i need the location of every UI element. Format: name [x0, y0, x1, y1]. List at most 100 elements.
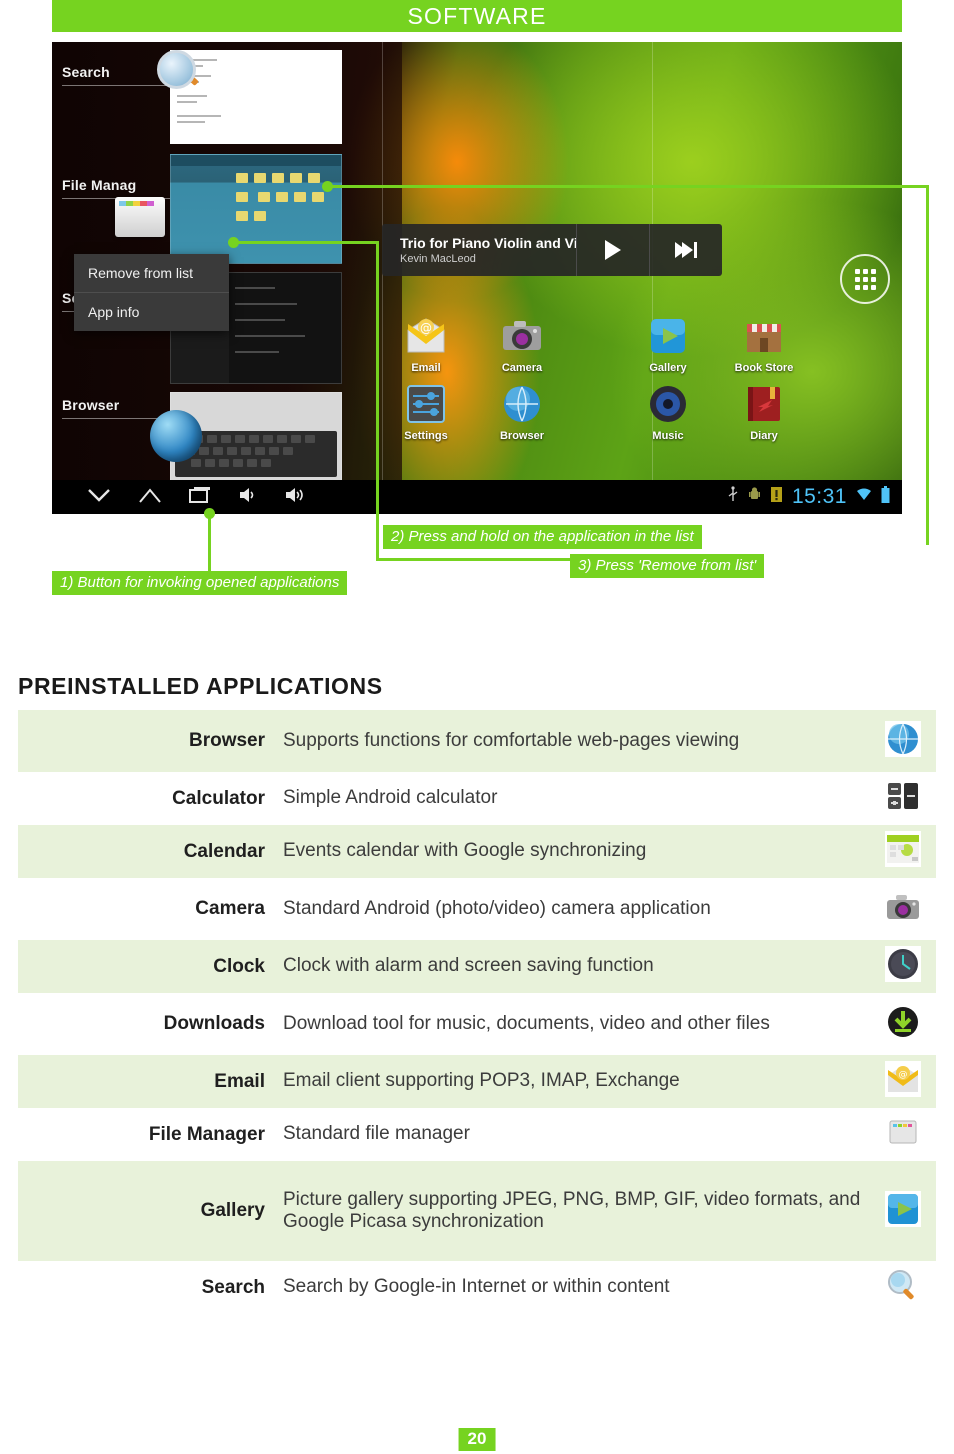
- search-magnifier-icon: [885, 1267, 921, 1303]
- page-number: 20: [458, 1428, 496, 1451]
- music-next-button[interactable]: [649, 224, 722, 276]
- table-row: Search Search by Google-in Internet or w…: [18, 1261, 936, 1314]
- home-icon-label: Email: [411, 362, 441, 374]
- recent-apps-icon[interactable]: [188, 485, 212, 509]
- recent-item-label: File Manag: [62, 177, 137, 193]
- recent-item-file-manager[interactable]: File Manag: [62, 177, 174, 199]
- search-magnifier-icon: [157, 50, 203, 96]
- music-track-info: Trio for Piano Violin and Vi Kevin MacLe…: [382, 235, 576, 265]
- app-name: Email: [214, 1070, 265, 1092]
- music-play-button[interactable]: [576, 224, 649, 276]
- home-icon-browser[interactable]: Browser: [484, 382, 560, 442]
- callout-3: 3) Press 'Remove from list': [570, 554, 765, 578]
- callout-1-leader-line: [208, 512, 211, 580]
- volume-down-icon[interactable]: [238, 486, 258, 509]
- home-icon-email[interactable]: @ Email: [388, 314, 464, 374]
- app-icon-cell: [870, 825, 936, 878]
- music-artist: Kevin MacLeod: [400, 253, 476, 265]
- callout-2: 2) Press and hold on the application in …: [383, 525, 702, 549]
- app-icon-cell: [870, 940, 936, 993]
- menu-item-remove-from-list[interactable]: Remove from list: [74, 254, 229, 292]
- home-icon-diary[interactable]: Diary: [726, 382, 802, 442]
- svg-text:@: @: [899, 1070, 908, 1080]
- app-description: Download tool for music, documents, vide…: [283, 1012, 770, 1034]
- warning-icon: [770, 486, 783, 508]
- app-icon-cell: [870, 878, 936, 940]
- gallery-icon: [885, 1190, 921, 1227]
- recent-item-browser[interactable]: Browser: [62, 397, 174, 419]
- table-row: Email Email client supporting POP3, IMAP…: [18, 1055, 936, 1108]
- diary-icon: [742, 382, 786, 426]
- file-manager-icon: [885, 1114, 921, 1150]
- callout-3-leader-line-h2: [376, 558, 576, 561]
- app-description: Supports functions for comfortable web-p…: [283, 729, 740, 751]
- app-name: Calendar: [183, 840, 265, 862]
- home-icon-settings[interactable]: Settings: [388, 382, 464, 442]
- device-screenshot: Search File Manag Settings Browser: [52, 42, 902, 514]
- wifi-icon: [856, 487, 872, 507]
- music-icon: [646, 382, 690, 426]
- calendar-icon: [885, 831, 921, 867]
- play-icon: [605, 240, 621, 260]
- home-icon-label: Book Store: [734, 362, 794, 374]
- callout-1: 1) Button for invoking opened applicatio…: [52, 571, 348, 595]
- home-icon[interactable]: [138, 486, 162, 509]
- table-row: Browser Supports functions for comfortab…: [18, 710, 936, 772]
- app-icon-cell: [870, 1161, 936, 1261]
- app-icon-cell: [870, 993, 936, 1055]
- file-manager-folder-icon: [115, 197, 165, 237]
- callout-3-leader-line-v: [376, 241, 379, 561]
- home-icon-gallery[interactable]: Gallery: [630, 314, 706, 374]
- app-name: File Manager: [148, 1123, 265, 1145]
- table-row: Camera Standard Android (photo/video) ca…: [18, 878, 936, 940]
- recent-app-context-menu: Remove from list App info: [74, 254, 229, 331]
- svg-text:@: @: [420, 321, 432, 335]
- home-icon-label: Browser: [499, 430, 545, 442]
- app-name: Downloads: [163, 1013, 265, 1034]
- app-name: Browser: [188, 730, 265, 751]
- home-icon-book-store[interactable]: Book Store: [726, 314, 802, 374]
- calculator-icon: [885, 778, 921, 814]
- menu-item-app-info[interactable]: App info: [74, 293, 229, 331]
- android-icon: [748, 486, 761, 508]
- home-icon-camera[interactable]: Camera: [484, 314, 560, 374]
- camera-icon: [885, 888, 921, 925]
- app-icon-cell: [870, 772, 936, 825]
- menu-item-label: App info: [88, 304, 140, 320]
- app-icon-cell: [870, 710, 936, 772]
- app-drawer-icon: [854, 268, 876, 290]
- table-row: Calculator Simple Android calculator: [18, 772, 936, 825]
- next-track-icon: [675, 242, 697, 258]
- callout-2-leader-line-v: [926, 185, 929, 545]
- app-description: Standard file manager: [283, 1123, 470, 1145]
- email-icon: @: [404, 314, 448, 358]
- home-icon-label: Gallery: [649, 362, 687, 374]
- home-icon-label: Music: [652, 430, 684, 442]
- usb-icon: [727, 486, 739, 508]
- music-player-widget[interactable]: Trio for Piano Violin and Vi Kevin MacLe…: [382, 224, 722, 276]
- app-icon-cell: [870, 1108, 936, 1161]
- home-icon-music[interactable]: Music: [630, 382, 706, 442]
- app-name: Gallery: [200, 1200, 265, 1221]
- status-clock: 15:31: [791, 485, 847, 508]
- app-name: Camera: [195, 898, 265, 919]
- browser-icon: [500, 382, 544, 426]
- table-row: Gallery Picture gallery supporting JPEG,…: [18, 1161, 936, 1261]
- settings-icon: [404, 382, 448, 426]
- volume-up-icon[interactable]: [284, 486, 308, 509]
- app-description: Search by Google-in Internet or within c…: [283, 1276, 670, 1298]
- gallery-icon: [646, 314, 690, 358]
- preinstalled-applications-table: Browser Supports functions for comfortab…: [18, 710, 936, 1314]
- music-track-title: Trio for Piano Violin and Vi: [400, 235, 576, 251]
- book-store-icon: [742, 314, 786, 358]
- battery-icon: [881, 485, 890, 509]
- table-row: Clock Clock with alarm and screen saving…: [18, 940, 936, 993]
- browser-globe-icon: [885, 720, 921, 757]
- home-icon-label: Diary: [750, 430, 778, 442]
- callout-2-leader-line-h: [327, 185, 929, 188]
- recent-thumb-file-manager[interactable]: [170, 154, 342, 264]
- table-row: File Manager Standard file manager: [18, 1108, 936, 1161]
- browser-globe-icon: [150, 410, 202, 462]
- app-drawer-button[interactable]: [840, 254, 890, 304]
- back-icon[interactable]: [86, 486, 112, 509]
